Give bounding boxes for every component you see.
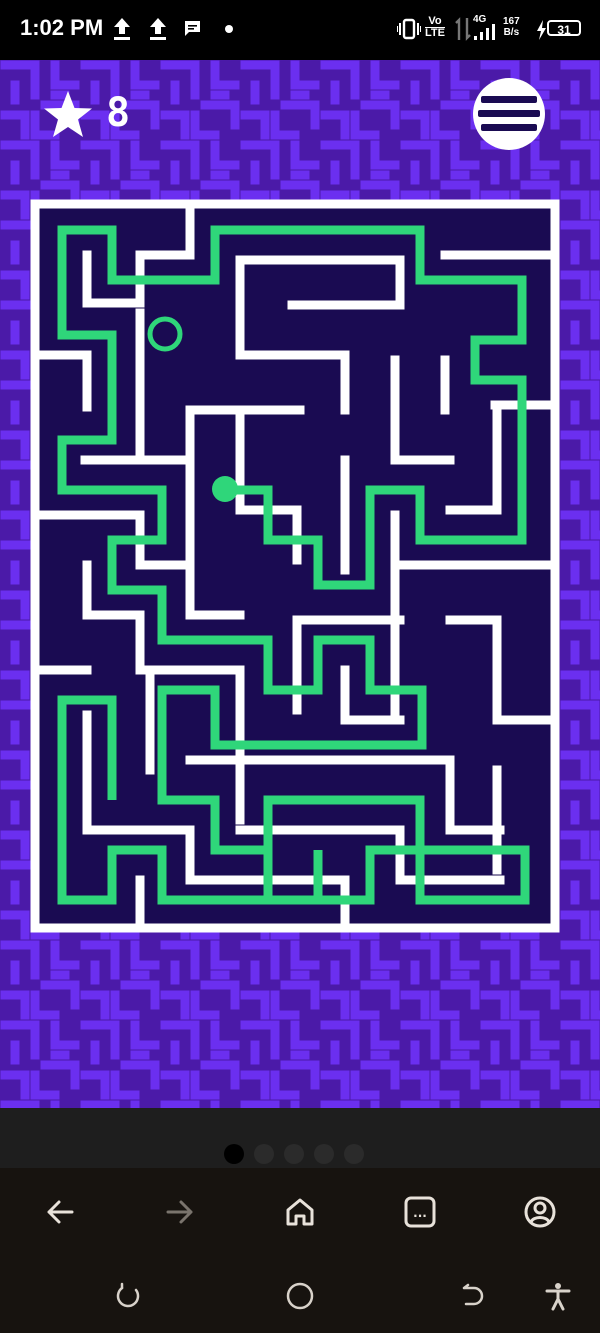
- upload-icon: [150, 18, 166, 40]
- data-arrows-icon: [455, 17, 471, 41]
- recent-apps-icon: [116, 1282, 140, 1308]
- account-button[interactable]: [518, 1190, 562, 1234]
- maze-board[interactable]: [0, 60, 600, 1108]
- status-right-group: Vo LTE 4G 167 B/s 31: [397, 12, 582, 48]
- forward-arrow-icon: [166, 1200, 193, 1224]
- system-back-button[interactable]: [456, 1280, 488, 1312]
- browser-toolbar: ...: [0, 1168, 600, 1258]
- page-dot-5[interactable]: [344, 1144, 364, 1164]
- phone-screen: 1:02 PM Vo LTE 4G 167 B/s 31 8 ...: [0, 0, 600, 1333]
- signal-4g-icon: [474, 24, 495, 40]
- back-button[interactable]: [38, 1190, 82, 1234]
- player-ball[interactable]: [212, 476, 238, 502]
- recent-apps-button[interactable]: [112, 1280, 144, 1312]
- tabs-count: ...: [413, 1206, 427, 1220]
- net-speed: 167 B/s: [503, 16, 520, 38]
- tabs-icon: ...: [404, 1196, 436, 1228]
- notification-icons: [114, 18, 233, 40]
- home-circle-icon: [286, 1282, 314, 1310]
- accessibility-icon: [545, 1283, 571, 1311]
- vibrate-icon: [397, 18, 421, 40]
- score-value: 8: [106, 90, 131, 136]
- star-icon: [44, 91, 92, 137]
- volte-icon: Vo LTE: [425, 15, 445, 39]
- upload-icon: [114, 18, 130, 40]
- system-navigation-bar: [0, 1258, 600, 1333]
- status-time: 1:02 PM: [20, 15, 104, 40]
- back-icon: [462, 1283, 484, 1306]
- page-dot-4[interactable]: [314, 1144, 334, 1164]
- game-area: 8: [0, 60, 600, 1108]
- system-home-button[interactable]: [284, 1280, 316, 1312]
- message-icon: [185, 21, 200, 36]
- score-display: 8: [40, 88, 130, 144]
- account-icon: [524, 1196, 556, 1228]
- home-icon: [286, 1198, 314, 1226]
- home-button[interactable]: [278, 1190, 322, 1234]
- hamburger-menu-icon: [478, 96, 540, 131]
- tabs-button[interactable]: ...: [398, 1190, 442, 1234]
- battery-charging-icon: 31: [547, 20, 581, 37]
- page-dot-2[interactable]: [254, 1144, 274, 1164]
- accessibility-button[interactable]: [542, 1280, 574, 1312]
- menu-button[interactable]: [473, 78, 545, 150]
- page-dot-1[interactable]: [224, 1144, 244, 1164]
- charging-bolt-icon: [537, 20, 546, 40]
- forward-button[interactable]: [158, 1190, 202, 1234]
- page-dot-3[interactable]: [284, 1144, 304, 1164]
- dot-icon: [225, 25, 233, 33]
- page-indicator: [0, 1108, 600, 1168]
- back-arrow-icon: [47, 1200, 74, 1224]
- status-bar: 1:02 PM Vo LTE 4G 167 B/s 31: [0, 0, 600, 60]
